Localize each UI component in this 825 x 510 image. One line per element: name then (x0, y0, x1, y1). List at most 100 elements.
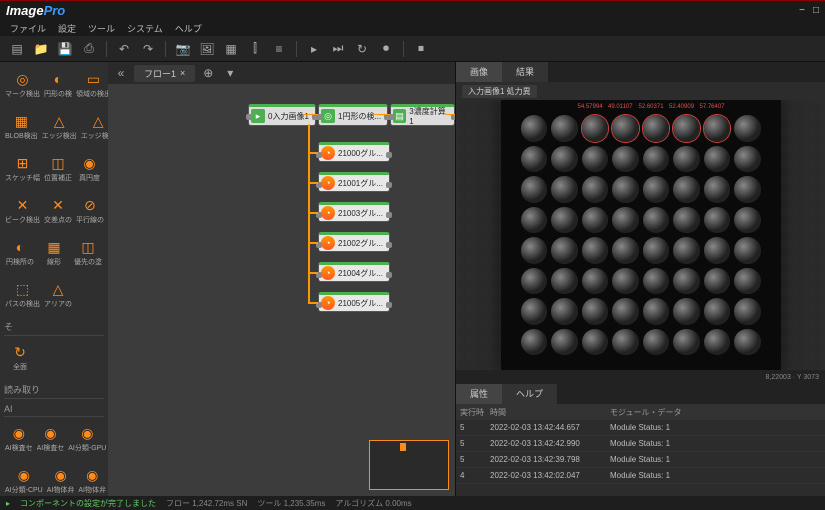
redo-icon[interactable]: ↷ (139, 40, 157, 58)
menubar: ファイル 設定 ツール システム ヘルプ (0, 20, 825, 36)
tool-label: スケッチ幅 (5, 173, 40, 183)
flow-canvas[interactable]: ▸0入力画像1◎1円形の検...▤3濃度計算1◫2濃度測定1◔21000グル..… (108, 84, 455, 496)
disc (582, 207, 609, 234)
tool-label: ビーク検出 (5, 215, 40, 225)
tool-label: AI分類-CPU (5, 485, 43, 495)
tool-icon: ⬚ (13, 279, 33, 299)
image-icon[interactable]: 🖼 (198, 40, 216, 58)
tool-label: 線形 (39, 257, 69, 267)
flow-more-icon[interactable]: ▾ (221, 64, 239, 82)
tool-item[interactable]: △アリアの (43, 276, 73, 312)
menu-system[interactable]: システム (127, 22, 163, 35)
tool-item[interactable]: ▭領域の検出 (75, 66, 108, 102)
minimap[interactable] (369, 440, 449, 490)
flow-subnode[interactable]: ◔21004グル... (318, 262, 390, 282)
tab-help[interactable]: ヘルプ (502, 384, 557, 404)
tab-properties[interactable]: 属性 (456, 384, 502, 404)
log-row[interactable]: 52022-02-03 13:42:44.657Module Status: 1 (456, 420, 825, 436)
tool-item[interactable]: ◫優先の塗 (72, 234, 104, 270)
stop-icon[interactable]: ⏹ (412, 40, 430, 58)
tool-item[interactable]: ✕交差点の (43, 192, 73, 228)
tool-icon: ◉ (40, 423, 60, 443)
disc (734, 298, 761, 325)
flow-node[interactable]: ▤3濃度計算1 (390, 104, 455, 126)
saveall-icon[interactable]: ⎙ (80, 40, 98, 58)
tool-icon: ⊘ (80, 195, 100, 215)
tool-item[interactable]: ◫位置補正 (43, 150, 73, 186)
tool-icon: ▦ (44, 237, 64, 257)
loop-icon[interactable]: ↻ (353, 40, 371, 58)
log-row[interactable]: 52022-02-03 13:42:42.990Module Status: 1 (456, 436, 825, 452)
tool-label: エッジ検出 (42, 131, 77, 141)
status-message: コンポーネントの設定が完了しました (20, 498, 156, 509)
tool-item[interactable]: ◎マーク検出 (4, 66, 41, 102)
tool-item[interactable]: ◉AI物体弁 (46, 462, 76, 496)
open-icon[interactable]: 📁 (32, 40, 50, 58)
tool-item[interactable]: ▦BLOB検出 (4, 108, 39, 144)
menu-settings[interactable]: 設定 (58, 22, 76, 35)
image-viewer[interactable]: 54.5799449.0110752.6037152.4090957.76407 (456, 100, 825, 370)
tool-item[interactable]: ⊞スケッチ幅 (4, 150, 41, 186)
disc (734, 207, 761, 234)
disc (612, 329, 639, 356)
layers-icon[interactable]: ≡ (270, 40, 288, 58)
tool-label: 全面 (5, 362, 35, 372)
tool-item[interactable]: ⬚パスの検出 (4, 276, 41, 312)
flow-subnode[interactable]: ◔21003グル... (318, 202, 390, 222)
tool-item[interactable]: ⊘平行線の (75, 192, 105, 228)
tool-item[interactable]: ◉AI検査セ (4, 420, 34, 456)
tab-result[interactable]: 結果 (502, 62, 548, 82)
menu-file[interactable]: ファイル (10, 22, 46, 35)
maximize-icon[interactable]: □ (813, 5, 819, 16)
filter-icon[interactable]: ⫿ (246, 40, 264, 58)
flow-subnode[interactable]: ◔21000グル... (318, 142, 390, 162)
play-icon[interactable]: ▸ (305, 40, 323, 58)
flow-tab[interactable]: フロー1× (134, 65, 195, 82)
tool-item[interactable]: △エッジ検出 (41, 108, 78, 144)
tool-item[interactable]: ◉AI物体弁 (77, 462, 107, 496)
undo-icon[interactable]: ↶ (115, 40, 133, 58)
flow-subnode[interactable]: ◔21001グル... (318, 172, 390, 192)
step-icon[interactable]: ⏭ (329, 40, 347, 58)
grid-icon[interactable]: ▦ (222, 40, 240, 58)
tool-item[interactable]: ◉AI分類-GPU (67, 420, 107, 456)
flow-subnode[interactable]: ◔21002グル... (318, 232, 390, 252)
log-row[interactable]: 52022-02-03 13:42:39.798Module Status: 1 (456, 452, 825, 468)
flow-node[interactable]: ▸0入力画像1 (248, 104, 316, 126)
close-icon[interactable]: × (180, 68, 185, 78)
new-icon[interactable]: ▤ (8, 40, 26, 58)
record-icon[interactable]: ⏺ (377, 40, 395, 58)
camera-icon[interactable]: 📷 (174, 40, 192, 58)
tool-label: 優先の塗 (73, 257, 103, 267)
flow-collapse-icon[interactable]: « (112, 64, 130, 82)
tool-item[interactable]: △エッジ検出 (80, 108, 108, 144)
tab-image[interactable]: 画像 (456, 62, 502, 82)
tool-item[interactable]: ▦線形 (38, 234, 70, 270)
menu-help[interactable]: ヘルプ (175, 22, 202, 35)
disc (521, 146, 548, 173)
tool-item[interactable]: ◉AI検査セ (36, 420, 66, 456)
minimize-icon[interactable]: − (799, 5, 805, 16)
disc (673, 146, 700, 173)
tool-item[interactable]: ✕ビーク検出 (4, 192, 41, 228)
tool-icon: ◉ (82, 465, 102, 485)
disc (704, 176, 731, 203)
tool-label: AI検査セ (37, 443, 65, 453)
tool-item[interactable]: ◉AI分類-CPU (4, 462, 44, 496)
tool-item[interactable]: ◉真円度 (75, 150, 104, 186)
disc-measurement: 49.01107 (608, 104, 633, 110)
tool-icon: ◫ (48, 153, 68, 173)
menu-tools[interactable]: ツール (88, 22, 115, 35)
flow-node[interactable]: ◎1円形の検... (318, 104, 388, 126)
disc (612, 146, 639, 173)
log-row[interactable]: 42022-02-03 13:42:02.047Module Status: 1 (456, 468, 825, 484)
save-icon[interactable]: 💾 (56, 40, 74, 58)
flow-add-icon[interactable]: ⊕ (199, 64, 217, 82)
disc (582, 237, 609, 264)
tool-item[interactable]: ↻全面 (4, 339, 36, 375)
tool-item[interactable]: ◐円形の検 (43, 66, 73, 102)
flow-subnode[interactable]: ◔21005グル... (318, 292, 390, 312)
image-source-chip[interactable]: 入力画像1 処力異 (462, 85, 537, 98)
tool-item[interactable]: ◐円検所の (4, 234, 36, 270)
tool-palette: ◎マーク検出◐円形の検▭領域の検出▦BLOB検出△エッジ検出△エッジ検出⊞スケッ… (0, 62, 108, 496)
